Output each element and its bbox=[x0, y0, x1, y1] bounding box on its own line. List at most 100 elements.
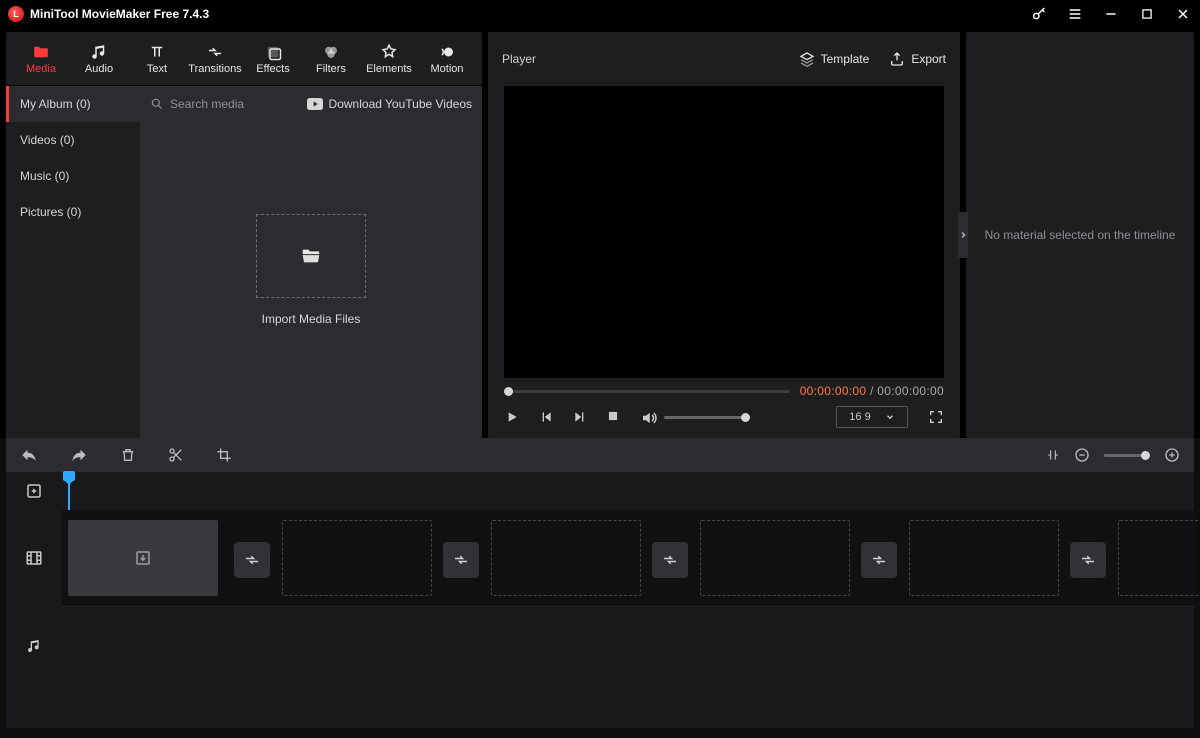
properties-panel: No material selected on the timeline bbox=[966, 32, 1194, 438]
aspect-ratio-select[interactable]: 16 9 bbox=[836, 406, 908, 428]
search-placeholder: Search media bbox=[170, 97, 244, 111]
import-dropzone[interactable] bbox=[256, 214, 366, 298]
hamburger-menu-icon[interactable] bbox=[1066, 5, 1084, 23]
zoom-slider[interactable] bbox=[1104, 454, 1150, 457]
crop-button[interactable] bbox=[216, 447, 232, 463]
clip-slot[interactable] bbox=[282, 520, 432, 596]
play-button[interactable] bbox=[504, 409, 520, 425]
sidebar-item-label: My Album (0) bbox=[20, 97, 91, 111]
filters-icon bbox=[321, 43, 341, 61]
transition-slot[interactable] bbox=[234, 542, 270, 578]
app-title: MiniTool MovieMaker Free 7.4.3 bbox=[30, 7, 209, 21]
total-time: 00:00:00:00 bbox=[877, 384, 944, 398]
swap-icon bbox=[870, 551, 888, 569]
tab-transitions[interactable]: Transitions bbox=[186, 32, 244, 85]
collapse-properties-button[interactable] bbox=[958, 212, 968, 258]
prev-frame-button[interactable] bbox=[538, 409, 554, 425]
import-zone: Import Media Files bbox=[140, 122, 482, 438]
export-icon bbox=[889, 51, 905, 67]
audio-track[interactable] bbox=[62, 606, 1194, 686]
export-button[interactable]: Export bbox=[889, 51, 946, 67]
tab-media[interactable]: Media bbox=[12, 32, 70, 85]
title-bar: L MiniTool MovieMaker Free 7.4.3 bbox=[0, 0, 1200, 28]
delete-button[interactable] bbox=[120, 447, 136, 463]
download-clip-icon bbox=[134, 549, 152, 567]
maximize-icon[interactable] bbox=[1138, 5, 1156, 23]
swap-icon bbox=[1079, 551, 1097, 569]
film-icon bbox=[25, 549, 43, 567]
split-button[interactable] bbox=[168, 447, 184, 463]
template-button[interactable]: Template bbox=[799, 51, 870, 67]
tab-audio-label: Audio bbox=[85, 63, 113, 75]
text-icon bbox=[147, 43, 167, 61]
transition-slot[interactable] bbox=[1070, 542, 1106, 578]
sidebar-item-videos[interactable]: Videos (0) bbox=[6, 122, 140, 158]
volume-button[interactable] bbox=[640, 409, 656, 425]
sidebar-item-pictures[interactable]: Pictures (0) bbox=[6, 194, 140, 230]
timeline bbox=[6, 472, 1194, 728]
timeline-toolbar bbox=[6, 438, 1194, 472]
current-time: 00:00:00:00 bbox=[800, 384, 867, 398]
sidebar-item-music[interactable]: Music (0) bbox=[6, 158, 140, 194]
audio-track-header[interactable] bbox=[6, 606, 62, 686]
transition-slot[interactable] bbox=[443, 542, 479, 578]
clip-slot[interactable] bbox=[68, 520, 218, 596]
transition-slot[interactable] bbox=[861, 542, 897, 578]
video-track-header[interactable] bbox=[6, 510, 62, 606]
template-label: Template bbox=[821, 52, 870, 66]
stop-button[interactable] bbox=[606, 409, 622, 425]
chevron-down-icon bbox=[885, 412, 895, 422]
app-logo-icon: L bbox=[8, 6, 24, 22]
clip-slot[interactable] bbox=[700, 520, 850, 596]
youtube-icon bbox=[307, 98, 323, 110]
aspect-ratio-value: 16 9 bbox=[849, 411, 870, 423]
redo-button[interactable] bbox=[70, 446, 88, 464]
music-note-icon bbox=[26, 638, 42, 654]
sidebar-item-label: Music (0) bbox=[20, 169, 69, 183]
undo-button[interactable] bbox=[20, 446, 38, 464]
media-library-panel: Media Audio Text Transitions Effects Fil… bbox=[6, 32, 482, 438]
tab-elements[interactable]: Elements bbox=[360, 32, 418, 85]
tab-text-label: Text bbox=[147, 63, 167, 75]
zoom-out-button[interactable] bbox=[1074, 447, 1090, 463]
sidebar-item-myalbum[interactable]: My Album (0) bbox=[6, 86, 140, 122]
fit-zoom-button[interactable] bbox=[1046, 447, 1060, 463]
download-youtube-button[interactable]: Download YouTube Videos bbox=[307, 97, 472, 111]
video-track[interactable] bbox=[62, 510, 1194, 606]
download-youtube-label: Download YouTube Videos bbox=[329, 97, 472, 111]
tab-elements-label: Elements bbox=[366, 63, 412, 75]
tab-effects[interactable]: Effects bbox=[244, 32, 302, 85]
tab-effects-label: Effects bbox=[256, 63, 289, 75]
add-track-button[interactable] bbox=[6, 472, 62, 510]
clip-slot[interactable] bbox=[491, 520, 641, 596]
playhead[interactable] bbox=[68, 472, 70, 510]
tab-media-label: Media bbox=[26, 63, 56, 75]
player-header: Player Template Export bbox=[488, 32, 960, 86]
clip-slot[interactable] bbox=[909, 520, 1059, 596]
fullscreen-button[interactable] bbox=[928, 409, 944, 425]
zoom-in-button[interactable] bbox=[1164, 447, 1180, 463]
template-icon bbox=[799, 51, 815, 67]
import-label: Import Media Files bbox=[262, 312, 361, 326]
tab-filters[interactable]: Filters bbox=[302, 32, 360, 85]
next-frame-button[interactable] bbox=[572, 409, 588, 425]
seek-slider[interactable] bbox=[504, 390, 790, 393]
transition-slot[interactable] bbox=[652, 542, 688, 578]
activate-key-icon[interactable] bbox=[1030, 5, 1048, 23]
properties-empty-text: No material selected on the timeline bbox=[985, 228, 1176, 242]
add-track-icon bbox=[25, 482, 43, 500]
tab-motion-label: Motion bbox=[430, 63, 463, 75]
timeline-ruler[interactable] bbox=[62, 472, 1194, 510]
tab-transitions-label: Transitions bbox=[188, 63, 241, 75]
volume-slider[interactable] bbox=[664, 416, 750, 419]
clip-slot[interactable] bbox=[1118, 520, 1200, 596]
tab-motion[interactable]: Motion bbox=[418, 32, 476, 85]
player-title: Player bbox=[502, 52, 536, 66]
tab-text[interactable]: Text bbox=[128, 32, 186, 85]
player-viewport[interactable] bbox=[504, 86, 944, 378]
close-icon[interactable] bbox=[1174, 5, 1192, 23]
search-input[interactable]: Search media bbox=[150, 97, 244, 111]
minimize-icon[interactable] bbox=[1102, 5, 1120, 23]
tab-audio[interactable]: Audio bbox=[70, 32, 128, 85]
swap-icon bbox=[661, 551, 679, 569]
